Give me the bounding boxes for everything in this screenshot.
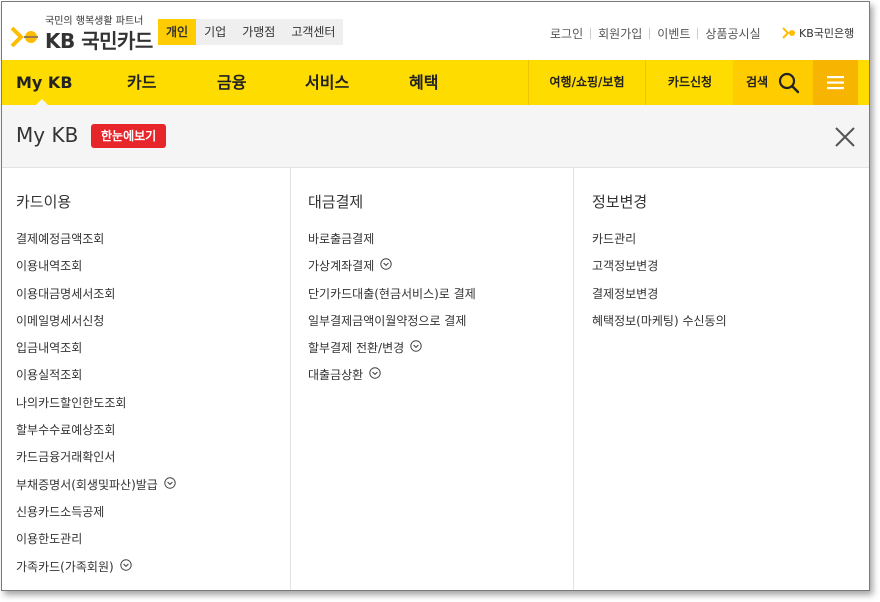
gnb-menu-finance[interactable]: 금융 xyxy=(217,60,246,105)
menu-item[interactable]: 결제예정금액조회 xyxy=(16,230,176,257)
column-info-change: 정보변경 카드관리고객정보변경결제정보변경혜택정보(마케팅) 수신동의 xyxy=(574,168,869,590)
gnb-card-apply[interactable]: 카드신청 xyxy=(645,60,734,105)
gnb-menu-card[interactable]: 카드 xyxy=(127,60,156,105)
chevron-down-circle-icon[interactable] xyxy=(369,367,381,380)
column-heading: 카드이용 xyxy=(16,193,72,211)
gnb-menu-service[interactable]: 서비스 xyxy=(305,60,349,105)
kb-card-logo[interactable]: 국민의 행복생활 파트너 KB 국민카드 xyxy=(9,12,153,53)
menu-item[interactable]: 혜택정보(마케팅) 수신동의 xyxy=(592,312,727,339)
menu-item-label: 단기카드대출(현금서비스)로 결제 xyxy=(308,286,476,301)
menu-item[interactable]: 결제정보변경 xyxy=(592,285,727,312)
menu-item[interactable]: 이용한도관리 xyxy=(16,530,176,557)
segment-tab-personal[interactable]: 개인 xyxy=(158,19,197,45)
login-link[interactable]: 로그인 xyxy=(550,25,583,42)
menu-item-label: 할부결제 전환/변경 xyxy=(308,341,405,356)
menu-item[interactable]: 할부수수료예상조회 xyxy=(16,421,176,448)
menu-item[interactable]: 이메일명세서신청 xyxy=(16,312,176,339)
signup-link[interactable]: 회원가입 xyxy=(598,25,642,42)
menu-item[interactable]: 나의카드할인한도조회 xyxy=(16,394,176,421)
segment-tab-customer-center[interactable]: 고객센터 xyxy=(283,19,343,45)
divider xyxy=(590,28,592,39)
menu-item-label: 바로출금결제 xyxy=(308,232,375,246)
column-heading: 정보변경 xyxy=(592,193,648,211)
divider xyxy=(649,28,651,39)
menu-item-label: 카드관리 xyxy=(592,232,637,246)
customer-segment-tabs: 개인 기업 가맹점 고객센터 xyxy=(158,19,344,45)
chevron-down-circle-icon[interactable] xyxy=(380,258,392,270)
browser-frame: 국민의 행복생활 파트너 KB 국민카드 개인 기업 가맹점 고객센터 로그인 … xyxy=(1,1,870,591)
close-icon[interactable] xyxy=(833,125,857,149)
search-label: 검색 xyxy=(746,75,769,89)
segment-tab-business[interactable]: 기업 xyxy=(196,19,234,45)
product-disclosure-link[interactable]: 상품공시실 xyxy=(705,25,760,42)
gnb-travel-shopping-insurance[interactable]: 여행/쇼핑/보험 xyxy=(528,60,645,105)
menu-item-label: 가족카드(가족회원) xyxy=(16,559,114,574)
menu-item-label: 부채증명서(회생및파산)발급 xyxy=(16,477,158,492)
menu-list: 바로출금결제가상계좌결제단기카드대출(현금서비스)로 결제일부결제금액이월약정으… xyxy=(308,230,476,394)
global-navigation-bar: My KB 카드 금융 서비스 혜택 여행/쇼핑/보험 카드신청 검색 xyxy=(2,60,869,105)
search-button[interactable]: 검색 xyxy=(733,60,813,105)
menu-item[interactable]: 입금내역조회 xyxy=(16,339,176,366)
kb-bank-star-icon xyxy=(782,27,795,39)
chevron-down-circle-icon[interactable] xyxy=(410,340,422,352)
menu-item[interactable]: 단기카드대출(현금서비스)로 결제 xyxy=(308,285,476,312)
gnb-menu-benefit[interactable]: 혜택 xyxy=(409,60,438,105)
column-heading: 대금결제 xyxy=(308,193,364,211)
menu-item-label: 가상계좌결제 xyxy=(308,259,375,274)
menu-item[interactable]: 가상계좌결제 xyxy=(308,257,476,284)
event-link[interactable]: 이벤트 xyxy=(657,25,690,42)
menu-item-label: 이메일명세서신청 xyxy=(16,313,105,328)
menu-item-label: 이용내역조회 xyxy=(16,259,83,274)
menu-item[interactable]: 부채증명서(회생및파산)발급 xyxy=(16,476,176,503)
menu-item-label: 카드금융거래확인서 xyxy=(16,450,116,465)
menu-item[interactable]: 대출금상환 xyxy=(308,366,476,393)
menu-item[interactable]: 카드금융거래확인서 xyxy=(16,448,176,475)
kb-bank-link[interactable]: KB국민은행 xyxy=(782,25,854,41)
menu-item[interactable]: 신용카드소득공제 xyxy=(16,503,176,530)
panel-title: My KB xyxy=(16,123,79,147)
menu-item-label: 이용대금명세서조회 xyxy=(16,286,116,301)
hamburger-menu-icon xyxy=(827,76,844,90)
menu-item-label: 신용카드소득공제 xyxy=(16,504,105,519)
menu-item-label: 할부수수료예상조회 xyxy=(16,423,116,438)
logo-brand-text: KB 국민카드 xyxy=(45,29,153,53)
menu-item[interactable]: 카드관리 xyxy=(592,230,727,257)
menu-item[interactable]: 이용대금명세서조회 xyxy=(16,285,176,312)
menu-item-label: 고객정보변경 xyxy=(592,259,659,274)
menu-item-label: 대출금상환 xyxy=(308,368,364,383)
menu-item-label: 결제예정금액조회 xyxy=(16,232,105,246)
kb-star-logo-icon xyxy=(10,26,38,48)
menu-item-label: 입금내역조회 xyxy=(16,341,83,356)
panel-title-bar: My KB 한눈에보기 xyxy=(2,105,869,168)
menu-item-label: 일부결제금액이월약정으로 결제 xyxy=(308,313,467,328)
column-card-usage: 카드이용 결제예정금액조회이용내역조회이용대금명세서조회이메일명세서신청입금내역… xyxy=(2,168,291,590)
menu-item[interactable]: 이용내역조회 xyxy=(16,257,176,284)
top-bar: 국민의 행복생활 파트너 KB 국민카드 개인 기업 가맹점 고객센터 로그인 … xyxy=(2,2,869,60)
menu-item-label: 나의카드할인한도조회 xyxy=(16,395,127,410)
kb-bank-label: KB국민은행 xyxy=(799,27,855,40)
search-icon xyxy=(778,72,800,94)
menu-list: 결제예정금액조회이용내역조회이용대금명세서조회이메일명세서신청입금내역조회이용실… xyxy=(16,230,176,585)
menu-item[interactable]: 일부결제금액이월약정으로 결제 xyxy=(308,312,476,339)
menu-item[interactable]: 할부결제 전환/변경 xyxy=(308,339,476,366)
column-payment: 대금결제 바로출금결제가상계좌결제단기카드대출(현금서비스)로 결제일부결제금액… xyxy=(291,168,574,590)
chevron-down-circle-icon[interactable] xyxy=(164,476,176,489)
chevron-down-circle-icon[interactable] xyxy=(119,558,132,571)
menu-list: 카드관리고객정보변경결제정보변경혜택정보(마케팅) 수신동의 xyxy=(592,230,727,339)
menu-item[interactable]: 고객정보변경 xyxy=(592,257,727,284)
overview-button[interactable]: 한눈에보기 xyxy=(91,124,167,148)
segment-tab-merchant[interactable]: 가맹점 xyxy=(234,19,283,45)
menu-item[interactable]: 바로출금결제 xyxy=(308,230,476,257)
menu-item[interactable]: 가족카드(가족회원) xyxy=(16,558,176,585)
utility-links: 로그인 회원가입 이벤트 상품공시실 xyxy=(550,25,761,42)
menu-item-label: 혜택정보(마케팅) 수신동의 xyxy=(592,313,727,328)
menu-item-label: 이용한도관리 xyxy=(16,532,83,547)
menu-item-label: 이용실적조회 xyxy=(16,368,83,383)
menu-columns: 카드이용 결제예정금액조회이용내역조회이용대금명세서조회이메일명세서신청입금내역… xyxy=(2,168,869,590)
hamburger-menu-button[interactable] xyxy=(813,60,858,105)
menu-item[interactable]: 이용실적조회 xyxy=(16,366,176,393)
menu-item-label: 결제정보변경 xyxy=(592,286,659,301)
divider xyxy=(697,28,699,39)
